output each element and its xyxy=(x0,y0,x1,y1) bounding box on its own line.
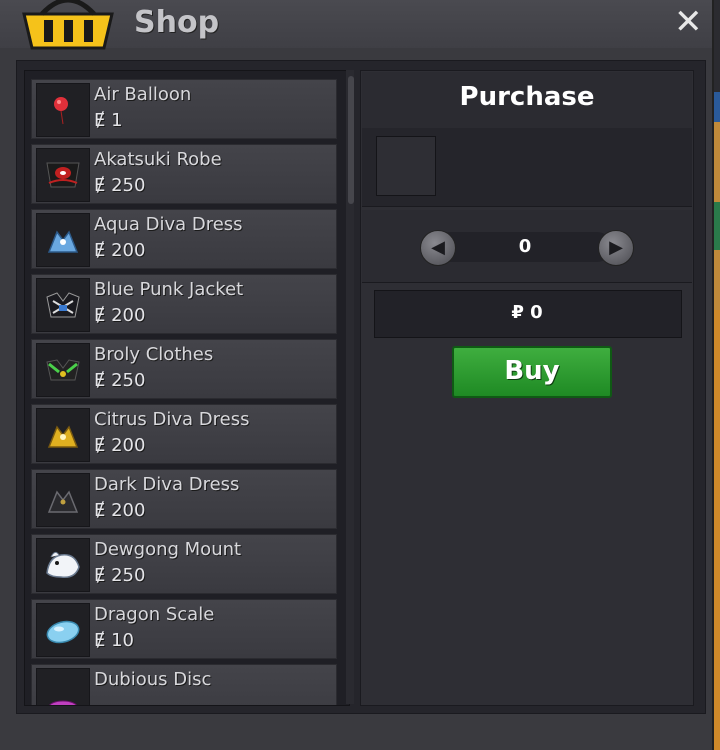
item-name: Aqua Diva Dress xyxy=(94,214,243,235)
akatsuki-robe-icon xyxy=(46,162,80,188)
item-thumbnail xyxy=(36,278,90,332)
list-item[interactable]: Dark Diva Dress Ɇ 200 xyxy=(31,469,337,529)
item-price: Ɇ 10 xyxy=(94,630,134,651)
blue-punk-jacket-icon xyxy=(46,292,80,318)
shop-window: Shop ✕ Air Balloon Ɇ 1 Akatsuki Robe Ɇ 2… xyxy=(0,0,714,750)
item-thumbnail xyxy=(36,343,90,397)
list-item[interactable]: Akatsuki Robe Ɇ 250 xyxy=(31,144,337,204)
quantity-value: 0 xyxy=(518,236,532,257)
dubious-disc-icon xyxy=(49,700,77,705)
item-name: Akatsuki Robe xyxy=(94,149,222,170)
item-name: Blue Punk Jacket xyxy=(94,279,244,300)
broly-clothes-icon xyxy=(46,359,80,381)
chevron-right-icon: ▶ xyxy=(609,237,623,258)
background-edge xyxy=(714,310,720,750)
buy-button[interactable]: Buy xyxy=(452,346,612,398)
balloon-icon xyxy=(54,97,68,125)
list-item[interactable]: Dewgong Mount Ɇ 250 xyxy=(31,534,337,594)
item-thumbnail xyxy=(36,83,90,137)
item-price: Ɇ 200 xyxy=(94,305,146,326)
citrus-diva-dress-icon xyxy=(47,425,79,448)
background-edge xyxy=(714,92,720,122)
item-thumbnail xyxy=(36,213,90,267)
item-name: Air Balloon xyxy=(94,84,192,105)
list-scrollbar-thumb[interactable] xyxy=(348,76,354,204)
item-list[interactable]: Air Balloon Ɇ 1 Akatsuki Robe Ɇ 250 Aqua… xyxy=(24,70,350,706)
background-edge xyxy=(714,122,720,202)
increase-quantity-button[interactable]: ▶ xyxy=(598,230,634,266)
list-item[interactable]: Aqua Diva Dress Ɇ 200 xyxy=(31,209,337,269)
list-item[interactable]: Citrus Diva Dress Ɇ 200 xyxy=(31,404,337,464)
item-price: Ɇ 200 xyxy=(94,500,146,521)
decrease-quantity-button[interactable]: ◀ xyxy=(420,230,456,266)
list-item[interactable]: Blue Punk Jacket Ɇ 200 xyxy=(31,274,337,334)
item-price: Ɇ 200 xyxy=(94,240,146,261)
list-item[interactable]: Dubious Disc xyxy=(31,664,337,705)
close-icon[interactable]: ✕ xyxy=(674,2,703,42)
dewgong-mount-icon xyxy=(46,551,80,579)
shop-basket-icon xyxy=(22,0,114,50)
item-thumbnail xyxy=(36,408,90,462)
total-price: ₽ 0 xyxy=(511,302,543,323)
item-price: Ɇ 250 xyxy=(94,175,146,196)
window-footer xyxy=(0,714,712,750)
list-item[interactable]: Broly Clothes Ɇ 250 xyxy=(31,339,337,399)
window-title: Shop xyxy=(134,5,220,40)
item-name: Dubious Disc xyxy=(94,669,212,690)
aqua-diva-dress-icon xyxy=(47,230,79,253)
item-price: Ɇ 250 xyxy=(94,370,146,391)
item-thumbnail xyxy=(36,668,90,705)
purchase-title: Purchase xyxy=(459,82,595,112)
list-item[interactable]: Dragon Scale Ɇ 10 xyxy=(31,599,337,659)
background-edge xyxy=(714,250,720,310)
dragon-scale-icon xyxy=(46,620,80,644)
item-name: Dewgong Mount xyxy=(94,539,242,560)
item-thumbnail xyxy=(36,148,90,202)
item-price: Ɇ 1 xyxy=(94,110,123,131)
item-price: Ɇ 200 xyxy=(94,435,146,456)
item-name: Dark Diva Dress xyxy=(94,474,240,495)
item-thumbnail xyxy=(36,603,90,657)
item-preview-slot xyxy=(376,136,436,196)
item-name: Citrus Diva Dress xyxy=(94,409,250,430)
item-name: Dragon Scale xyxy=(94,604,215,625)
background-edge xyxy=(714,202,720,250)
item-name: Broly Clothes xyxy=(94,344,214,365)
chevron-left-icon: ◀ xyxy=(431,237,445,258)
item-thumbnail xyxy=(36,473,90,527)
item-thumbnail xyxy=(36,538,90,592)
list-item[interactable]: Air Balloon Ɇ 1 xyxy=(31,79,337,139)
dark-diva-dress-icon xyxy=(47,490,79,513)
item-price: Ɇ 250 xyxy=(94,565,146,586)
